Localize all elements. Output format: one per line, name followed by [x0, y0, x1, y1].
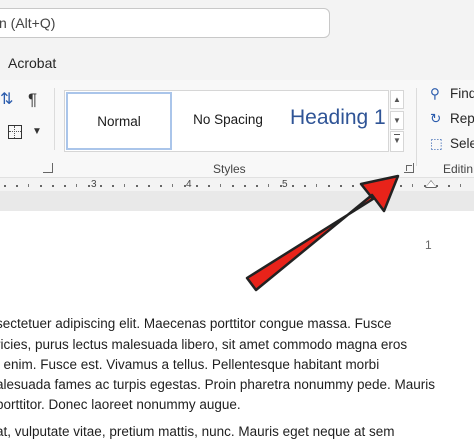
sort-icon[interactable]: ⇅ [0, 92, 13, 108]
select-button[interactable]: ⬚ Sele [430, 136, 474, 152]
group-divider [54, 88, 55, 150]
group-divider [416, 88, 417, 166]
page-gap [0, 191, 474, 211]
select-icon: ⬚ [430, 136, 443, 151]
ruler-tick [112, 185, 114, 187]
gallery-scroll-down-button[interactable]: ▼ [390, 111, 404, 130]
ruler-tick [4, 185, 6, 187]
ruler-tick [220, 184, 221, 187]
find-icon: ⚲ [430, 86, 440, 101]
style-heading-1[interactable]: Heading 1 [284, 92, 388, 150]
editing-group-label: Editin [443, 162, 474, 176]
body-line: porttitor. Donec laoreet nonummy augue. [0, 397, 241, 412]
pilcrow-icon[interactable]: ¶ [28, 91, 37, 109]
tab-acrobat[interactable]: Acrobat [8, 55, 56, 71]
page-number: 1 [425, 238, 432, 252]
ruler-tick [328, 185, 330, 187]
body-line: t enim. Fusce est. Vivamus a tellus. Pel… [0, 357, 380, 372]
ruler-tick [208, 185, 210, 187]
style-no-spacing[interactable]: No Spacing [176, 92, 280, 150]
ruler-tick [148, 185, 150, 187]
ruler-tick [76, 184, 77, 187]
ruler-tick [184, 185, 186, 187]
ruler-label: 5 [282, 179, 288, 190]
dialog-launcher-icon[interactable] [43, 163, 53, 173]
styles-group-label: Styles [213, 162, 246, 176]
ruler-tick [64, 185, 66, 187]
ruler-tick [364, 184, 365, 187]
ruler-tick [100, 185, 102, 187]
ruler-tick [40, 185, 42, 187]
find-label: Find [450, 86, 474, 101]
style-heading-1-label: Heading 1 [290, 106, 386, 129]
ruler-tick [136, 185, 138, 187]
gallery-scroll-up-button[interactable]: ▲ [390, 90, 404, 109]
body-line: sectetuer adipiscing elit. Maecenas port… [0, 316, 392, 331]
ruler-label: 3 [91, 179, 97, 190]
ruler-tick [16, 185, 18, 187]
indent-marker[interactable] [425, 180, 437, 188]
find-button[interactable]: ⚲ Find [430, 86, 474, 102]
dialog-launcher-icon[interactable] [404, 163, 414, 173]
body-line: alesuada fames ac turpis egestas. Proin … [0, 377, 435, 392]
replace-button[interactable]: ↻ Repl [430, 111, 474, 127]
ruler-tick [280, 185, 282, 187]
ruler-tick [448, 185, 450, 187]
ruler-tick [28, 184, 29, 187]
ruler-tick [232, 185, 234, 187]
ruler-tick [376, 185, 378, 187]
borders-icon[interactable] [8, 125, 22, 139]
ruler-tick [352, 185, 354, 187]
ruler-tick [52, 185, 54, 187]
ruler-tick [88, 185, 90, 187]
ruler-tick [268, 184, 269, 187]
horizontal-ruler[interactable]: 3 4 5 [0, 179, 474, 191]
ruler-tick [400, 185, 402, 187]
gallery-more-button[interactable]: ▼ [390, 131, 404, 152]
chevron-down-icon[interactable]: ▼ [32, 126, 42, 137]
ruler-tick [196, 185, 198, 187]
ruler-tick [244, 185, 246, 187]
ruler-tick [304, 185, 306, 187]
ruler-tick [172, 184, 173, 187]
style-no-spacing-label: No Spacing [193, 112, 263, 127]
ruler-tick [292, 185, 294, 187]
body-line: ricies, purus lectus malesuada libero, s… [0, 337, 408, 352]
search-placeholder: n (Alt+Q) [0, 15, 56, 31]
body-line: at, vulputate vitae, pretium mattis, nun… [0, 424, 395, 439]
ruler-tick [256, 185, 258, 187]
ruler-tick [160, 185, 162, 187]
ruler-label: 4 [186, 179, 192, 190]
ruler-tick [412, 184, 413, 187]
style-normal[interactable]: Normal [66, 92, 172, 150]
ruler-tick [460, 184, 461, 187]
ribbon-tabs: Acrobat [0, 48, 474, 80]
replace-icon: ↻ [430, 111, 442, 126]
style-normal-label: Normal [97, 114, 141, 129]
ruler-tick [340, 185, 342, 187]
ruler-tick [124, 184, 125, 187]
ruler-tick [388, 185, 390, 187]
ruler-tick [316, 184, 317, 187]
replace-label: Repl [450, 111, 474, 126]
select-label: Sele [450, 136, 474, 151]
search-box[interactable]: n (Alt+Q) [0, 8, 330, 38]
